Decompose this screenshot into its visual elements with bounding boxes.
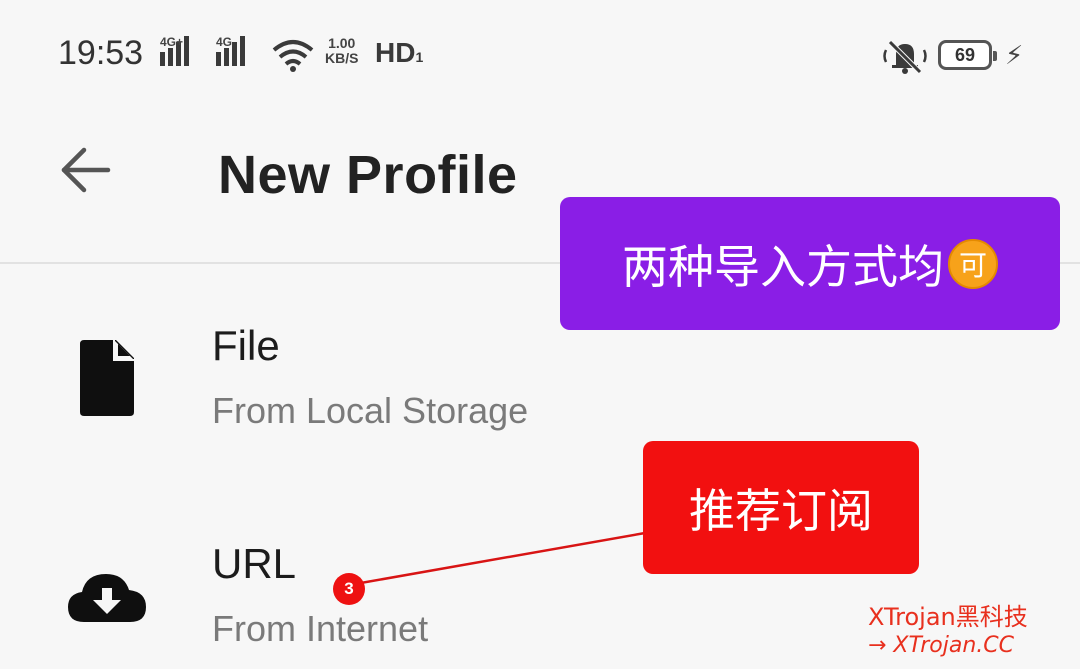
- watermark: XTrojan黑科技 → XTrojan.CC: [868, 602, 1028, 660]
- watermark-line2: → XTrojan.CC: [868, 633, 1014, 658]
- annotation-marker: 3: [333, 573, 365, 605]
- annotation-callout-purple: 两种导入方式均可: [560, 197, 1060, 330]
- annotation-callout-red: 推荐订阅: [643, 441, 919, 574]
- screen: 19:53 4G+ 4G 1.00 KB/S HD1 69 ⚡ New Prof…: [0, 0, 1080, 669]
- annotation-text: 推荐订阅: [689, 483, 873, 538]
- emoji-ke-icon: 可: [948, 238, 998, 289]
- annotation-pointer-line: [354, 531, 646, 586]
- watermark-line1: XTrojan黑科技: [868, 603, 1028, 631]
- annotation-text: 两种导入方式均: [622, 239, 944, 294]
